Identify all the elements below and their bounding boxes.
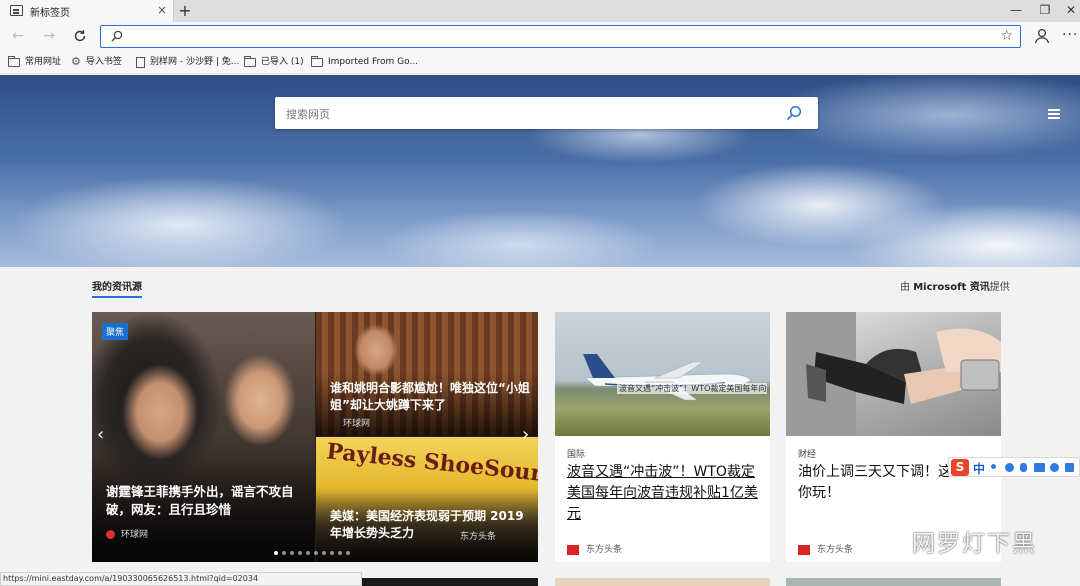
keyboard-icon[interactable]: [1034, 463, 1045, 472]
source-logo-icon: [567, 544, 579, 555]
spotlight-tag: 聚焦: [102, 323, 129, 340]
address-input[interactable]: [129, 28, 979, 44]
tab-close-button[interactable]: ×: [157, 3, 167, 17]
watermark-text: 网罗灯下黑: [912, 531, 1037, 557]
carousel-dot[interactable]: [322, 551, 326, 555]
carousel-prev-icon[interactable]: ‹: [97, 425, 104, 445]
sogou-logo-icon[interactable]: S: [951, 459, 969, 476]
folder-icon: [8, 55, 20, 67]
gear-icon: ⚙: [71, 55, 81, 68]
carousel-dot[interactable]: [274, 551, 278, 555]
favorite-item[interactable]: Imported From Go...: [311, 55, 418, 70]
punctuation-icon[interactable]: [991, 464, 996, 469]
next-row-card[interactable]: [555, 578, 770, 586]
forward-button[interactable]: →: [39, 26, 59, 46]
page-icon: [136, 56, 145, 68]
next-row-card[interactable]: [786, 578, 1001, 586]
story-title[interactable]: 美媒：美国经济表现弱于预期 2019年增长势头乏力: [330, 508, 530, 542]
next-row-card[interactable]: [362, 578, 538, 586]
carousel-dot[interactable]: [282, 551, 286, 555]
carousel-dot[interactable]: [330, 551, 334, 555]
refresh-icon: [74, 30, 86, 42]
carousel-dot[interactable]: [338, 551, 342, 555]
shirt-icon[interactable]: [1065, 463, 1074, 472]
card-title[interactable]: 波音又遇“冲击波”！WTO裁定美国每年向波音违规补贴1亿美元: [567, 462, 763, 525]
close-window-button[interactable]: ✕: [1054, 0, 1080, 22]
emoji-icon[interactable]: [1005, 463, 1014, 472]
fuel-nozzle-image: [786, 312, 1001, 436]
microphone-icon[interactable]: [1020, 463, 1027, 472]
search-icon[interactable]: [786, 105, 802, 121]
profile-icon[interactable]: [1032, 26, 1052, 46]
card-category: 财经: [798, 450, 817, 460]
web-search-placeholder: 搜索网页: [286, 108, 330, 121]
ime-toolbar[interactable]: S 中: [948, 457, 1080, 477]
card-image: [786, 312, 1001, 436]
news-card[interactable]: 波音又遇“冲击波”！WTO裁定美国每年向波音违规补贴1亿美元 - 东方头条 国际…: [555, 312, 770, 562]
back-button[interactable]: ←: [8, 26, 28, 46]
favorites-bar: 常用网址 ⚙ 导入书签 别样网 - 沙沙野 | 免... 已导入 (1) Impo…: [0, 50, 1080, 74]
carousel-dot[interactable]: [290, 551, 294, 555]
story-title[interactable]: 谢霆锋王菲携手外出，谣言不攻自破，网友：且行且珍惜: [106, 483, 306, 519]
story-source: 环球网: [106, 527, 148, 540]
story-source: 东方头条: [460, 532, 497, 542]
more-menu-icon[interactable]: ···: [1062, 26, 1078, 44]
navigation-bar: ← → ☆ ···: [0, 22, 1080, 50]
carousel-main-story[interactable]: 聚焦 谢霆锋王菲携手外出，谣言不攻自破，网友：且行且珍惜 环球网: [92, 312, 315, 562]
carousel-dot[interactable]: [306, 551, 310, 555]
folder-icon: [311, 55, 323, 67]
favorite-item[interactable]: 别样网 - 沙沙野 | 免...: [136, 56, 239, 70]
tab-title: 新标签页: [30, 8, 70, 19]
new-tab-button[interactable]: +: [178, 1, 192, 21]
storefront-sign: Payless ShoeSource: [325, 438, 538, 490]
carousel-pagination[interactable]: [274, 544, 354, 558]
wechat-logo-icon: [859, 521, 904, 553]
link-status-bar: https://mini.eastday.com/a/1903300656265…: [0, 572, 362, 586]
card-source: 东方头条: [798, 542, 853, 555]
web-search-box[interactable]: 搜索网页: [275, 97, 818, 129]
card-source: 东方头条: [567, 542, 622, 555]
favorite-item[interactable]: ⚙ 导入书签: [71, 56, 122, 70]
story-source: 环球网: [343, 419, 371, 429]
carousel-dot[interactable]: [298, 551, 302, 555]
card-image: 波音又遇“冲击波”！WTO裁定美国每年向波音违规补贴1亿美元 - 东方头条: [555, 312, 770, 436]
source-logo-icon: [798, 544, 810, 555]
source-logo-icon: [106, 530, 115, 539]
story-title[interactable]: 谁和姚明合影都尴尬！唯独这位“小姐姐”却让大姚蹲下来了: [330, 380, 530, 414]
refresh-button[interactable]: [70, 26, 90, 46]
hero-background: 搜索网页: [0, 75, 1080, 267]
folder-icon: [244, 55, 256, 67]
ime-mode-toggle[interactable]: 中: [973, 460, 985, 477]
image-caption: 波音又遇“冲击波”！WTO裁定美国每年向波音违规补贴1亿美元 - 东方头条: [617, 383, 767, 394]
carousel-side-story[interactable]: 谁和姚明合影都尴尬！唯独这位“小姐姐”却让大姚蹲下来了 环球网: [316, 312, 538, 436]
card-category: 国际: [567, 450, 586, 460]
favorite-item[interactable]: 常用网址: [8, 55, 61, 70]
carousel-next-icon[interactable]: ›: [522, 425, 529, 445]
tab-strip: 新标签页 × + — ❐ ✕: [0, 0, 1080, 22]
carousel-dot[interactable]: [314, 551, 318, 555]
tab-new-tab[interactable]: 新标签页 ×: [0, 0, 174, 22]
feed-title[interactable]: 我的资讯源: [92, 278, 142, 298]
news-carousel[interactable]: 聚焦 谢霆锋王菲携手外出，谣言不攻自破，网友：且行且珍惜 环球网 谁和姚明合影都…: [92, 312, 538, 562]
page-settings-menu-icon[interactable]: [1048, 109, 1060, 119]
address-bar[interactable]: ☆: [100, 25, 1021, 48]
favorite-star-icon[interactable]: ☆: [1000, 27, 1013, 45]
favorite-item[interactable]: 已导入 (1): [244, 55, 304, 70]
new-tab-page-icon: [10, 5, 23, 16]
feed-provider: 由 Microsoft 资讯提供: [900, 282, 1010, 293]
search-icon: [111, 30, 123, 42]
carousel-dot[interactable]: [346, 551, 350, 555]
skin-icon[interactable]: [1050, 463, 1059, 472]
